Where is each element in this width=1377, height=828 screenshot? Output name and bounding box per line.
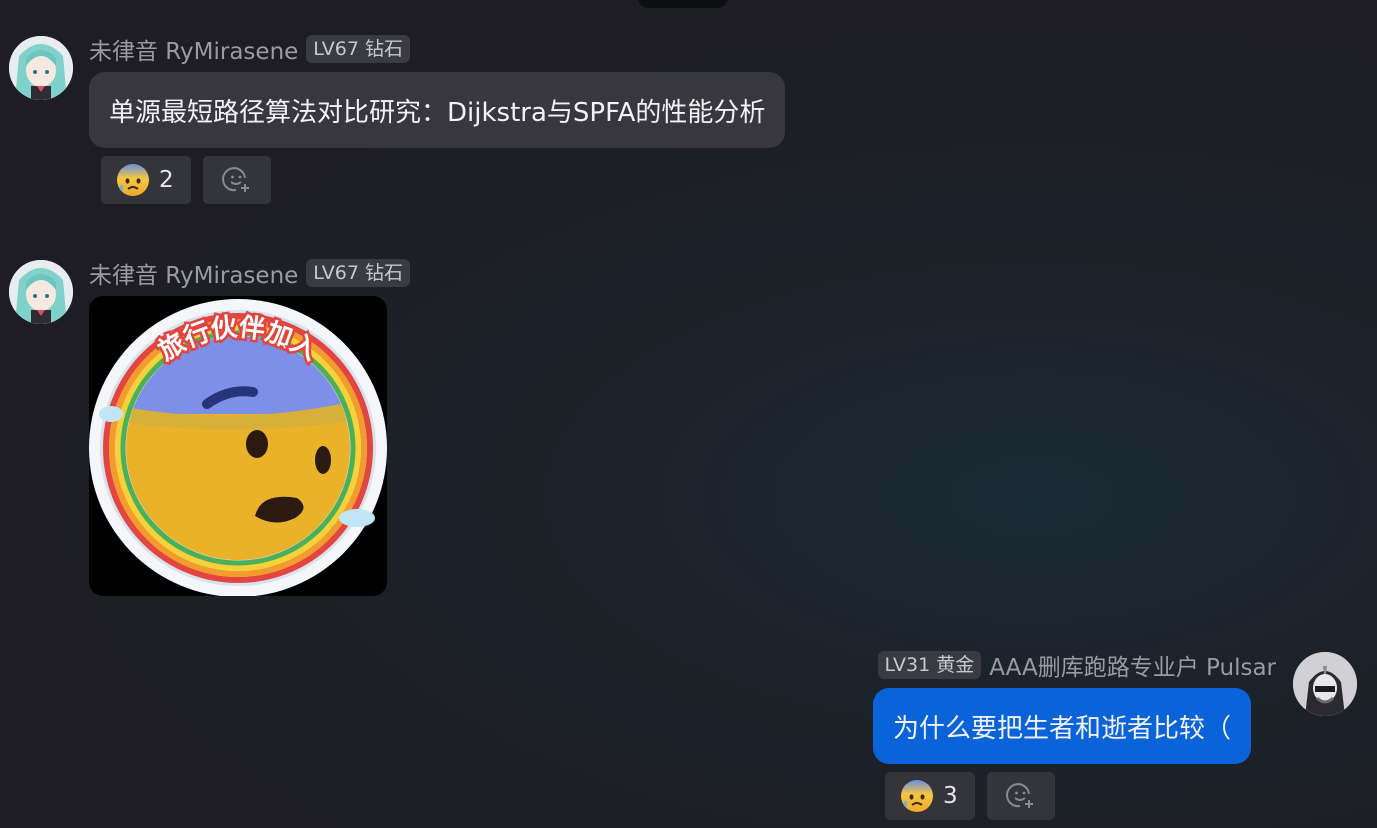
sender-name[interactable]: AAA删库跑路专业户 Pulsar [989, 648, 1276, 682]
add-reaction-button[interactable] [987, 772, 1055, 820]
avatar[interactable] [9, 36, 73, 100]
reaction-chip[interactable]: 2 [101, 156, 191, 204]
reaction-count: 2 [159, 167, 174, 193]
add-emoji-icon [222, 167, 249, 192]
message-text: 单源最短路径算法对比研究：Dijkstra与SPFA的性能分析 [109, 97, 766, 128]
add-emoji-icon [1006, 783, 1033, 808]
reaction-count: 3 [943, 783, 958, 809]
anxious-sweat-face-icon [117, 164, 149, 196]
top-drag-handle [638, 0, 728, 8]
add-reaction-button[interactable] [203, 156, 271, 204]
message-sender: 未律音 RyMirasene LV67 钻石 [89, 256, 411, 290]
sender-name[interactable]: 未律音 RyMirasene [89, 32, 298, 66]
miku-avatar-icon [9, 36, 73, 100]
anxious-sweat-face-icon [901, 780, 933, 812]
avatar[interactable] [9, 260, 73, 324]
helmet-avatar-icon [1293, 652, 1357, 716]
message-bubble[interactable]: 为什么要把生者和逝者比较（ [873, 688, 1252, 764]
level-badge: LV31 黄金 [877, 651, 982, 679]
avatar[interactable] [1293, 652, 1357, 716]
level-badge: LV67 钻石 [306, 259, 411, 287]
message-text: 为什么要把生者和逝者比较（ [893, 713, 1232, 744]
reaction-chip[interactable]: 3 [885, 772, 975, 820]
miku-avatar-icon [9, 260, 73, 324]
sticker-image[interactable]: 旅行伙伴加入 [89, 296, 387, 596]
message-sender: 未律音 RyMirasene LV67 钻石 [89, 32, 411, 66]
rainbow-emoji-sticker: 旅行伙伴加入 [89, 299, 387, 596]
level-badge: LV67 钻石 [306, 35, 411, 63]
message-bubble[interactable]: 单源最短路径算法对比研究：Dijkstra与SPFA的性能分析 [89, 72, 786, 148]
sender-name[interactable]: 未律音 RyMirasene [89, 256, 298, 290]
message-sender: LV31 黄金 AAA删库跑路专业户 Pulsar [877, 648, 1276, 682]
